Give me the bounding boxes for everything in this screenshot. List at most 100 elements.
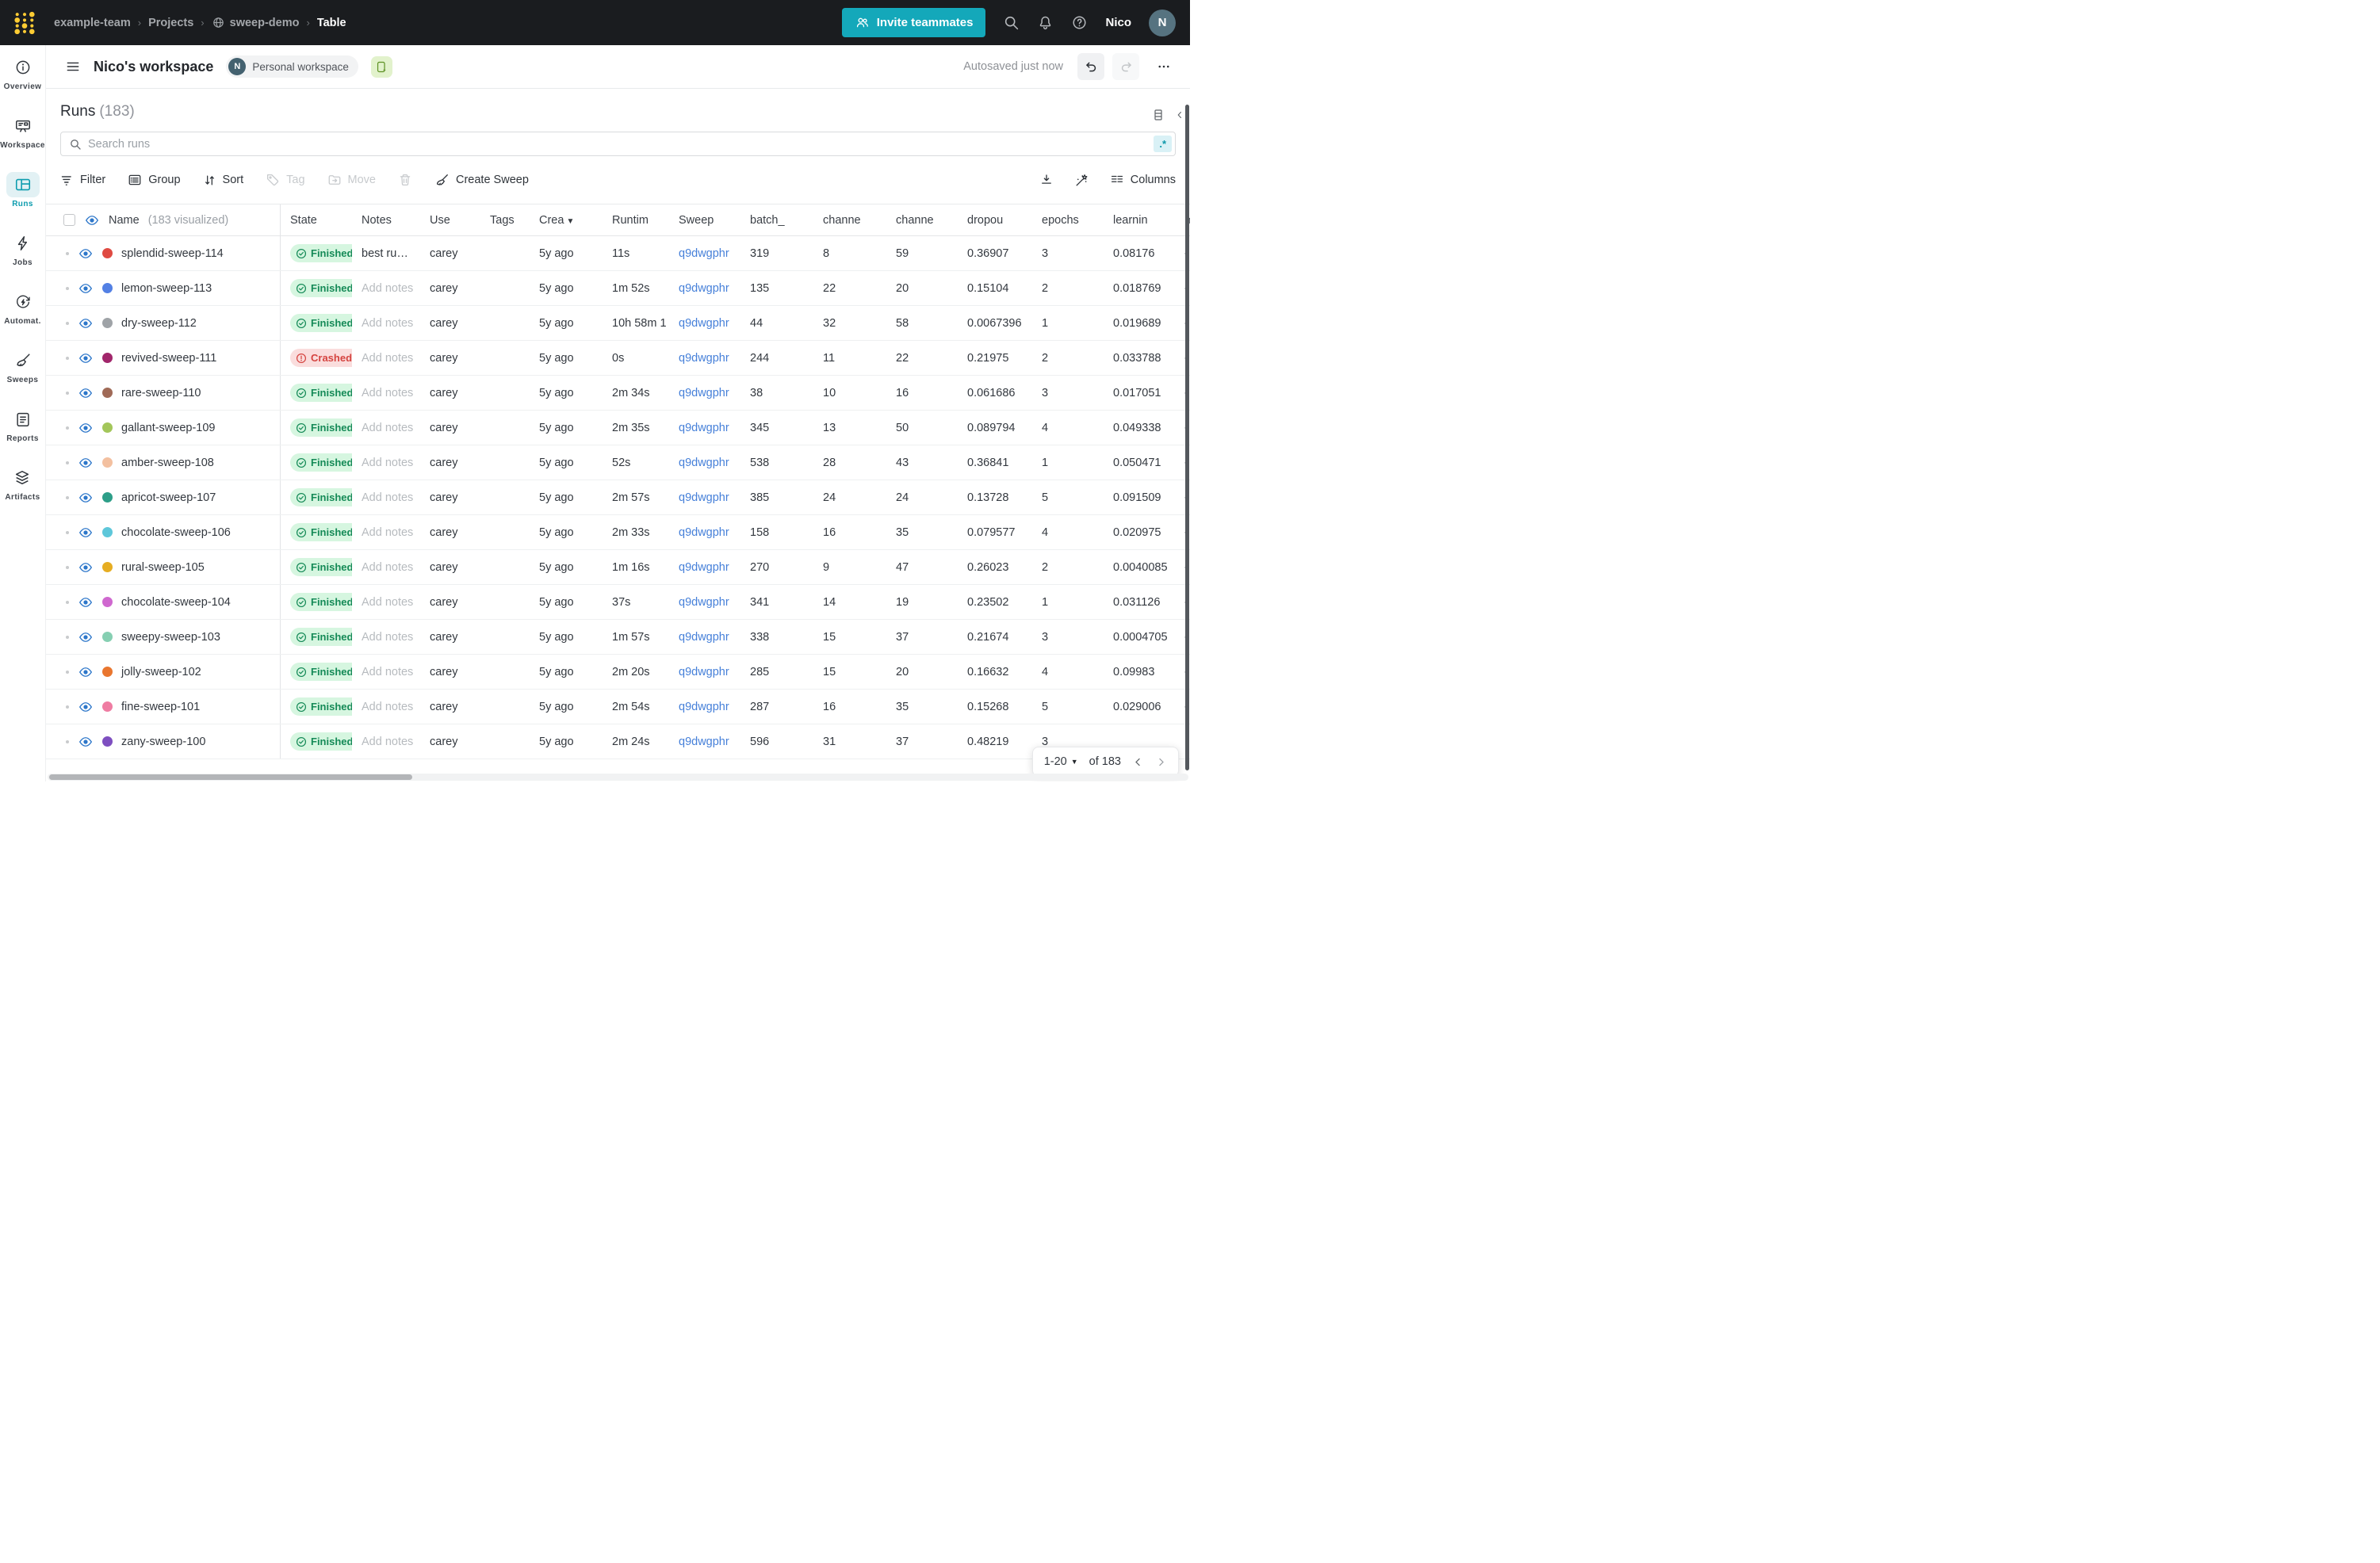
breadcrumb-project[interactable]: sweep-demo: [212, 16, 299, 29]
collapse-panel-chevron-icon[interactable]: [1174, 109, 1185, 121]
drag-handle-dot[interactable]: [66, 600, 69, 604]
breadcrumb-team[interactable]: example-team: [54, 17, 131, 29]
run-notes[interactable]: Add notes: [352, 422, 420, 434]
run-notes[interactable]: best ru…: [352, 247, 420, 260]
drag-handle-dot[interactable]: [66, 321, 69, 325]
column-header-notes[interactable]: Notes: [352, 214, 420, 227]
run-sweep-link[interactable]: q9dwgphr: [669, 526, 740, 539]
sidebar-item-artifacts[interactable]: Artifacts: [5, 465, 40, 502]
personal-workspace-badge[interactable]: N Personal workspace: [226, 55, 358, 78]
run-visibility-eye-icon[interactable]: [78, 595, 94, 610]
run-name-link[interactable]: zany-sweep-100: [121, 736, 205, 748]
horizontal-scrollbar[interactable]: [48, 774, 1188, 781]
invite-teammates-button[interactable]: Invite teammates: [841, 8, 986, 37]
column-header-sweep[interactable]: Sweep: [669, 214, 740, 227]
run-sweep-link[interactable]: q9dwgphr: [669, 666, 740, 678]
run-notes[interactable]: Add notes: [352, 596, 420, 609]
column-header-state[interactable]: State: [281, 214, 352, 227]
drag-handle-dot[interactable]: [66, 251, 69, 255]
run-sweep-link[interactable]: q9dwgphr: [669, 317, 740, 330]
run-visibility-eye-icon[interactable]: [78, 700, 94, 714]
search-runs-input[interactable]: [88, 137, 1148, 151]
column-header-learnin[interactable]: learnin: [1104, 214, 1175, 227]
run-visibility-eye-icon[interactable]: [78, 491, 94, 505]
run-sweep-link[interactable]: q9dwgphr: [669, 247, 740, 260]
select-all-checkbox[interactable]: [63, 214, 75, 226]
run-name-link[interactable]: jolly-sweep-102: [121, 666, 201, 678]
breadcrumb-projects[interactable]: Projects: [148, 17, 193, 29]
wandb-logo[interactable]: [13, 10, 36, 36]
previous-page-button[interactable]: [1132, 756, 1144, 768]
page-size-dropdown[interactable]: 1-20 ▼: [1044, 755, 1078, 768]
run-visibility-eye-icon[interactable]: [78, 735, 94, 749]
notifications-bell-icon[interactable]: [1037, 14, 1054, 31]
run-visibility-eye-icon[interactable]: [78, 386, 94, 400]
panel-layout-icon[interactable]: [1152, 108, 1165, 122]
run-visibility-eye-icon[interactable]: [78, 665, 94, 679]
next-page-button[interactable]: [1155, 756, 1167, 768]
drag-handle-dot[interactable]: [66, 426, 69, 430]
regex-toggle[interactable]: .*: [1154, 136, 1172, 152]
column-header-dropou[interactable]: dropou: [958, 214, 1032, 227]
workspace-magic-icon[interactable]: [370, 55, 392, 78]
sidebar-item-reports[interactable]: Reports: [6, 407, 40, 443]
run-visibility-eye-icon[interactable]: [78, 630, 94, 644]
run-name-link[interactable]: revived-sweep-111: [121, 352, 216, 365]
more-options-button[interactable]: [1150, 53, 1177, 80]
columns-button[interactable]: Columns: [1110, 173, 1176, 187]
drag-handle-dot[interactable]: [66, 286, 69, 290]
run-notes[interactable]: Add notes: [352, 491, 420, 504]
name-column-header[interactable]: Name (183 visualized): [46, 204, 281, 235]
create-sweep-button[interactable]: Create Sweep: [434, 173, 529, 188]
export-download-button[interactable]: [1039, 173, 1054, 187]
column-header-use[interactable]: Use: [420, 214, 480, 227]
drag-handle-dot[interactable]: [66, 495, 69, 499]
group-button[interactable]: Group: [128, 173, 181, 187]
redo-button[interactable]: [1112, 53, 1139, 80]
drag-handle-dot[interactable]: [66, 670, 69, 674]
run-name-link[interactable]: amber-sweep-108: [121, 457, 214, 469]
run-notes[interactable]: Add notes: [352, 736, 420, 748]
column-header-channe[interactable]: channe: [886, 214, 958, 227]
visibility-eye-icon[interactable]: [84, 213, 100, 227]
horizontal-scrollbar-thumb[interactable]: [49, 774, 412, 780]
run-visibility-eye-icon[interactable]: [78, 456, 94, 470]
run-visibility-eye-icon[interactable]: [78, 525, 94, 540]
column-header-crea[interactable]: Crea ▼: [530, 214, 603, 227]
run-name-link[interactable]: splendid-sweep-114: [121, 247, 224, 260]
run-sweep-link[interactable]: q9dwgphr: [669, 387, 740, 399]
run-notes[interactable]: Add notes: [352, 387, 420, 399]
drag-handle-dot[interactable]: [66, 530, 69, 534]
run-notes[interactable]: Add notes: [352, 457, 420, 469]
run-notes[interactable]: Add notes: [352, 317, 420, 330]
sidebar-item-runs[interactable]: Runs: [6, 172, 40, 208]
sidebar-item-sweeps[interactable]: Sweeps: [6, 348, 40, 384]
column-header-batch_[interactable]: batch_: [740, 214, 813, 227]
help-icon[interactable]: [1071, 14, 1088, 31]
run-sweep-link[interactable]: q9dwgphr: [669, 631, 740, 644]
run-sweep-link[interactable]: q9dwgphr: [669, 352, 740, 365]
run-notes[interactable]: Add notes: [352, 631, 420, 644]
drag-handle-dot[interactable]: [66, 635, 69, 639]
run-sweep-link[interactable]: q9dwgphr: [669, 701, 740, 713]
run-notes[interactable]: Add notes: [352, 526, 420, 539]
run-visibility-eye-icon[interactable]: [78, 281, 94, 296]
user-avatar[interactable]: N: [1149, 9, 1176, 36]
sidebar-item-jobs[interactable]: Jobs: [6, 231, 40, 267]
run-name-link[interactable]: chocolate-sweep-106: [121, 526, 231, 539]
run-name-link[interactable]: rare-sweep-110: [121, 387, 201, 399]
run-visibility-eye-icon[interactable]: [78, 246, 94, 261]
run-name-link[interactable]: dry-sweep-112: [121, 317, 197, 330]
run-name-link[interactable]: gallant-sweep-109: [121, 422, 216, 434]
run-sweep-link[interactable]: q9dwgphr: [669, 282, 740, 295]
column-header-tags[interactable]: Tags: [480, 214, 530, 227]
run-visibility-eye-icon[interactable]: [78, 316, 94, 331]
workspace-title[interactable]: Nico's workspace: [94, 59, 213, 75]
column-header-channe[interactable]: channe: [813, 214, 886, 227]
run-name-link[interactable]: chocolate-sweep-104: [121, 596, 231, 609]
run-sweep-link[interactable]: q9dwgphr: [669, 561, 740, 574]
run-sweep-link[interactable]: q9dwgphr: [669, 422, 740, 434]
run-sweep-link[interactable]: q9dwgphr: [669, 596, 740, 609]
sort-button[interactable]: Sort: [203, 174, 243, 187]
run-name-link[interactable]: lemon-sweep-113: [121, 282, 212, 295]
